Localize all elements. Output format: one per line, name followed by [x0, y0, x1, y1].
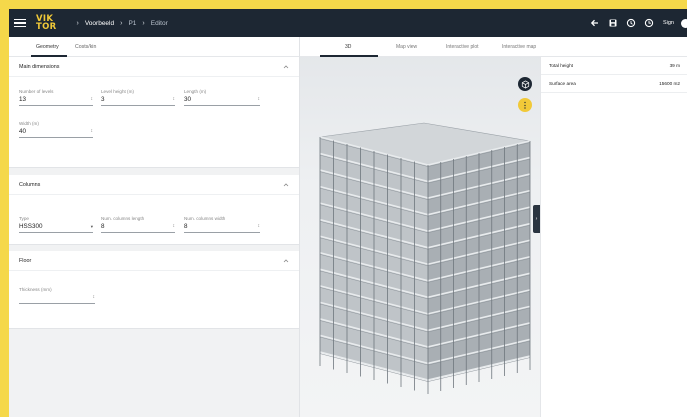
active-tab-indicator: [320, 55, 378, 57]
breadcrumb-project[interactable]: P1: [128, 20, 136, 27]
sign-in-label[interactable]: Sign: [663, 20, 674, 26]
section-title: Floor: [19, 258, 32, 264]
result-row: Surface area 15600 m2: [541, 75, 687, 93]
length-field[interactable]: Length (m) 30 ↕: [184, 89, 260, 106]
columns-length-value: 8: [101, 223, 105, 230]
result-value: 39 m: [669, 63, 680, 68]
thickness-field[interactable]: Thickness (mm) ↕: [19, 287, 95, 304]
length-value: 30: [184, 96, 192, 103]
app-window: VIK TOR › Voorbeeld › P1 › Editor Sign G…: [9, 9, 687, 417]
results-panel: Total height 39 m Surface area 15600 m2: [540, 57, 687, 417]
columns-length-field[interactable]: Num. columns length 8 ↕: [101, 216, 175, 233]
chevron-up-icon[interactable]: [283, 64, 289, 70]
level-height-value: 3: [101, 96, 105, 103]
levels-value: 13: [19, 96, 27, 103]
tab-interactive-plot[interactable]: Interactive plot: [446, 44, 479, 50]
chevron-right-icon: ›: [142, 19, 145, 27]
history-icon[interactable]: [626, 18, 637, 29]
stepper-icon[interactable]: ↕: [258, 223, 261, 229]
section-header[interactable]: Main dimensions: [9, 57, 299, 77]
arrow-left-icon[interactable]: [590, 18, 601, 29]
avatar[interactable]: [681, 18, 687, 28]
dropdown-arrow-icon[interactable]: ▾: [91, 224, 93, 230]
tab-costs[interactable]: Costs/kin: [75, 44, 96, 50]
floor-section: Floor Thickness (mm) ↕: [9, 251, 299, 329]
section-header[interactable]: Columns: [9, 175, 299, 195]
editor-tabs: Geometry Costs/kin: [9, 37, 299, 57]
top-bar: VIK TOR › Voorbeeld › P1 › Editor Sign: [9, 9, 687, 37]
editor-panel: Geometry Costs/kin Main dimensions Numbe…: [9, 37, 300, 417]
result-label: Total height: [549, 63, 573, 68]
level-height-field[interactable]: Level height (m) 3 ↕: [101, 89, 175, 106]
tab-geometry[interactable]: Geometry: [36, 44, 59, 50]
chevron-up-icon[interactable]: [283, 182, 289, 188]
stepper-icon[interactable]: ↕: [91, 96, 94, 102]
building-3d-model[interactable]: [300, 37, 540, 417]
section-header[interactable]: Floor: [9, 251, 299, 271]
columns-width-field[interactable]: Num. columns width 8 ↕: [184, 216, 260, 233]
view-panel: ⋮: [300, 37, 540, 417]
tab-interactive-map[interactable]: Interactive map: [502, 44, 536, 50]
breadcrumb: › Voorbeeld › P1 › Editor: [70, 20, 167, 27]
stepper-icon[interactable]: ↕: [173, 96, 176, 102]
result-row: Total height 39 m: [541, 57, 687, 75]
section-title: Main dimensions: [19, 64, 60, 70]
view-tabs: 3D Map view Interactive plot Interactive…: [300, 37, 687, 57]
stepper-icon[interactable]: ↕: [93, 294, 96, 300]
chevron-right-icon: ›: [120, 19, 123, 27]
column-type-select[interactable]: Type HSS300 ▾: [19, 216, 93, 233]
tab-map-view[interactable]: Map view: [396, 44, 417, 50]
section-title: Columns: [19, 182, 41, 188]
stepper-icon[interactable]: ↕: [258, 96, 261, 102]
width-value: 40: [19, 128, 27, 135]
result-value: 15600 m2: [659, 81, 680, 86]
result-label: Surface area: [549, 81, 576, 86]
columns-width-value: 8: [184, 223, 188, 230]
panel-toggle-handle[interactable]: ›: [533, 205, 540, 233]
chevron-right-icon: ›: [76, 19, 79, 27]
columns-section: Columns Type HSS300 ▾ Num. columns length…: [9, 175, 299, 245]
levels-field[interactable]: Number of levels 13 ↕: [19, 89, 93, 106]
chevron-up-icon[interactable]: [283, 258, 289, 264]
main-dimensions-section: Main dimensions Number of levels 13 ↕ Lev…: [9, 57, 299, 168]
breadcrumb-editor: Editor: [150, 19, 168, 27]
clock-icon[interactable]: [644, 18, 655, 29]
menu-icon[interactable]: [14, 18, 26, 28]
toolbar-actions: Sign: [590, 9, 687, 37]
column-type-value: HSS300: [19, 223, 43, 230]
cube-icon[interactable]: [518, 77, 532, 91]
stepper-icon[interactable]: ↕: [91, 128, 94, 134]
save-icon[interactable]: [608, 18, 619, 29]
tab-3d[interactable]: 3D: [345, 44, 351, 50]
breadcrumb-workspace[interactable]: Voorbeeld: [85, 20, 114, 27]
width-field[interactable]: Width (m) 40 ↕: [19, 121, 93, 138]
stepper-icon[interactable]: ↕: [173, 223, 176, 229]
info-icon[interactable]: ⋮: [518, 98, 532, 112]
viktor-logo[interactable]: VIK TOR: [36, 15, 56, 32]
